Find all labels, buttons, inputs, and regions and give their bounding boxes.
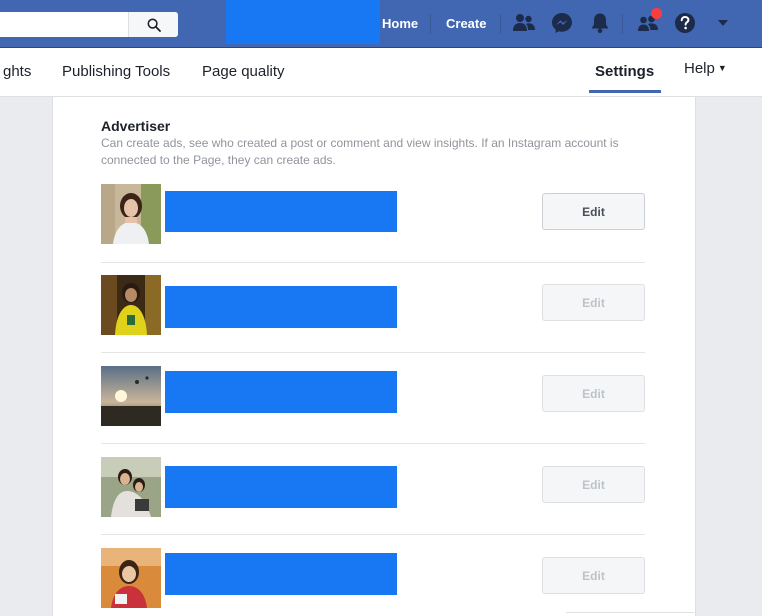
help-button[interactable] [673, 11, 697, 35]
person-row: Edit [101, 366, 645, 426]
create-link[interactable]: Create [446, 16, 486, 32]
role-title: Advertiser [101, 118, 171, 134]
nav-divider [622, 14, 623, 34]
redacted-person-name [165, 371, 397, 413]
tab-settings[interactable]: Settings [595, 63, 654, 81]
home-link[interactable]: Home [382, 16, 418, 32]
edit-button[interactable]: Edit [542, 193, 645, 230]
nav-divider [500, 14, 501, 34]
search-box [0, 12, 178, 37]
person-avatar [101, 275, 161, 335]
tab-page-quality[interactable]: Page quality [202, 63, 285, 81]
person-row: Edit [101, 275, 645, 335]
row-divider [101, 262, 645, 263]
account-menu-button[interactable] [711, 11, 735, 35]
messenger-button[interactable] [550, 11, 574, 35]
person-row: Edit [101, 548, 645, 608]
page-tabs-bar: ghts Publishing Tools Page quality Setti… [0, 48, 762, 97]
edit-button[interactable]: Edit [542, 375, 645, 412]
redacted-person-name [165, 466, 397, 508]
person-avatar [101, 457, 161, 517]
person-avatar [101, 548, 161, 608]
redacted-person-name [165, 553, 397, 595]
search-icon [146, 17, 161, 32]
redacted-person-name [165, 286, 397, 328]
caret-down-icon [718, 20, 728, 26]
row-divider [101, 352, 645, 353]
edit-button[interactable]: Edit [542, 284, 645, 321]
person-avatar [101, 184, 161, 244]
messenger-icon [552, 13, 572, 33]
tab-publishing-tools[interactable]: Publishing Tools [62, 63, 170, 81]
bell-icon [591, 13, 609, 34]
edit-button[interactable]: Edit [542, 557, 645, 594]
redacted-person-name [165, 191, 397, 232]
nav-divider [430, 14, 431, 34]
tab-help-label: Help [684, 60, 715, 77]
active-tab-indicator [589, 90, 661, 93]
top-navigation-bar: Home Create [0, 0, 762, 48]
panel-bottom-edge [566, 612, 694, 613]
settings-content-panel [52, 97, 696, 616]
person-avatar [101, 366, 161, 426]
row-divider [101, 443, 645, 444]
search-input[interactable] [0, 12, 128, 37]
person-row: Edit [101, 457, 645, 517]
help-caret-icon: ▼ [717, 63, 727, 73]
notifications-button[interactable] [588, 11, 612, 35]
role-description: Can create ads, see who created a post o… [101, 136, 619, 167]
help-icon [675, 13, 695, 33]
notification-badge [651, 8, 662, 19]
tab-help[interactable]: Help ▼ [684, 59, 727, 78]
tab-insights[interactable]: ghts [3, 63, 31, 81]
friends-button[interactable] [512, 11, 536, 35]
redacted-profile-area [226, 0, 380, 44]
row-divider [101, 534, 645, 535]
friends-icon [513, 14, 535, 31]
edit-button[interactable]: Edit [542, 466, 645, 503]
search-button[interactable] [128, 12, 178, 37]
person-row: Edit [101, 184, 645, 244]
